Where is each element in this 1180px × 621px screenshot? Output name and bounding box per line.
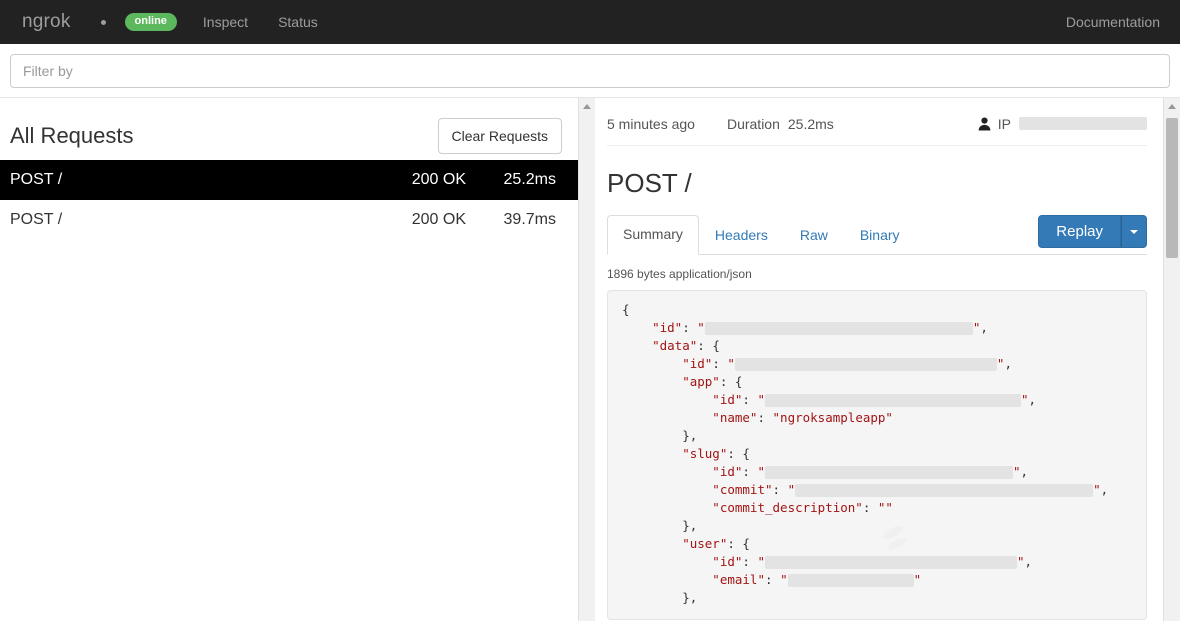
json-line: "data": { bbox=[622, 338, 720, 353]
requests-header: All Requests Clear Requests bbox=[0, 98, 578, 160]
tab-raw[interactable]: Raw bbox=[784, 216, 844, 255]
duration-label: Duration bbox=[726, 115, 780, 132]
request-method-path: POST / bbox=[10, 171, 63, 188]
json-line: "id": " ", bbox=[622, 464, 1029, 479]
json-line: "id": " ", bbox=[622, 320, 988, 335]
redacted-value bbox=[704, 322, 973, 335]
request-row-0[interactable]: POST / 200 OK 25.2ms bbox=[0, 160, 578, 200]
tab-headers[interactable]: Headers bbox=[699, 216, 784, 255]
left-scrollbar[interactable] bbox=[578, 98, 595, 621]
json-line: }, bbox=[622, 518, 698, 533]
json-line: "id": " ", bbox=[622, 392, 1037, 407]
scroll-down-arrow[interactable] bbox=[1164, 617, 1180, 621]
request-row-1[interactable]: POST / 200 OK 39.7ms bbox=[0, 200, 578, 240]
filter-bar bbox=[0, 44, 1180, 88]
redacted-value bbox=[765, 466, 1014, 479]
scroll-up-arrow[interactable] bbox=[579, 98, 595, 114]
request-duration: 39.7ms bbox=[503, 211, 556, 228]
redacted-value bbox=[787, 574, 914, 587]
filter-input[interactable] bbox=[10, 54, 1170, 88]
json-line: "email": " " bbox=[622, 572, 922, 587]
chevron-down-icon bbox=[1130, 229, 1138, 234]
scroll-down-arrow[interactable] bbox=[579, 617, 595, 621]
brand-logo[interactable]: ngrok bbox=[22, 11, 71, 33]
status-badge: online bbox=[124, 13, 177, 31]
json-line: "id": " ", bbox=[622, 356, 1012, 371]
replay-button-group: Replay bbox=[1038, 215, 1147, 248]
nav-link-status[interactable]: Status bbox=[278, 14, 318, 30]
page-title: All Requests bbox=[10, 123, 134, 148]
redacted-value bbox=[765, 556, 1018, 569]
request-status: 200 OK bbox=[411, 211, 466, 228]
clear-requests-button[interactable]: Clear Requests bbox=[437, 118, 562, 154]
nav-link-documentation[interactable]: Documentation bbox=[1066, 14, 1160, 30]
main-split: All Requests Clear Requests POST / 200 O… bbox=[0, 97, 1180, 621]
tab-binary[interactable]: Binary bbox=[844, 216, 916, 255]
detail-panel: 5 minutes ago Duration 25.2ms IP POST / … bbox=[595, 98, 1163, 621]
request-status: 200 OK bbox=[411, 171, 466, 188]
replay-dropdown-toggle[interactable] bbox=[1121, 215, 1147, 248]
request-timestamp: 5 minutes ago bbox=[607, 115, 695, 132]
json-line: "user": { bbox=[622, 536, 750, 551]
client-ip-group: IP bbox=[978, 116, 1147, 132]
request-method-path: POST / bbox=[10, 211, 63, 228]
top-navbar: ngrok online Inspect Status Documentatio… bbox=[0, 0, 1180, 44]
nav-link-inspect[interactable]: Inspect bbox=[203, 14, 248, 30]
json-line: "name": "ngroksampleapp" bbox=[622, 410, 893, 425]
json-line: }, bbox=[622, 590, 698, 605]
json-line: "id": " ", bbox=[622, 554, 1033, 569]
json-line: "commit_description": "" bbox=[622, 500, 893, 515]
ip-label: IP bbox=[997, 115, 1011, 132]
duration-value: 25.2ms bbox=[787, 115, 834, 132]
content-type-label: 1896 bytes application/json bbox=[607, 267, 752, 281]
json-line: }, bbox=[622, 428, 698, 443]
request-duration: 25.2ms bbox=[503, 171, 556, 188]
redacted-value bbox=[734, 358, 997, 371]
detail-title: POST / bbox=[607, 168, 692, 198]
detail-meta-row: 5 minutes ago Duration 25.2ms IP bbox=[607, 98, 1147, 146]
json-line: "slug": { bbox=[622, 446, 750, 461]
triangle-up-icon bbox=[1168, 103, 1176, 109]
scrollbar-thumb[interactable] bbox=[1166, 118, 1178, 258]
json-line: { bbox=[622, 302, 630, 317]
response-body-json: { "id": " ", "data": { "id": " ", "app": {… bbox=[607, 290, 1147, 620]
tab-summary[interactable]: Summary bbox=[607, 215, 699, 255]
requests-list: POST / 200 OK 25.2ms POST / 200 OK 39.7m… bbox=[0, 160, 578, 240]
triangle-up-icon bbox=[583, 103, 591, 109]
separator-dot bbox=[100, 19, 106, 25]
redacted-value bbox=[795, 484, 1094, 497]
detail-tabs: Summary Headers Raw Binary Replay bbox=[607, 215, 1147, 255]
person-icon bbox=[978, 117, 991, 131]
json-line: "app": { bbox=[622, 374, 743, 389]
scroll-up-arrow[interactable] bbox=[1164, 98, 1180, 114]
redacted-value bbox=[765, 394, 1022, 407]
json-line: "commit": " ", bbox=[622, 482, 1109, 497]
ip-value-redacted bbox=[1019, 117, 1147, 130]
replay-button[interactable]: Replay bbox=[1038, 215, 1121, 248]
requests-panel: All Requests Clear Requests POST / 200 O… bbox=[0, 98, 578, 621]
right-scrollbar[interactable] bbox=[1163, 98, 1180, 621]
